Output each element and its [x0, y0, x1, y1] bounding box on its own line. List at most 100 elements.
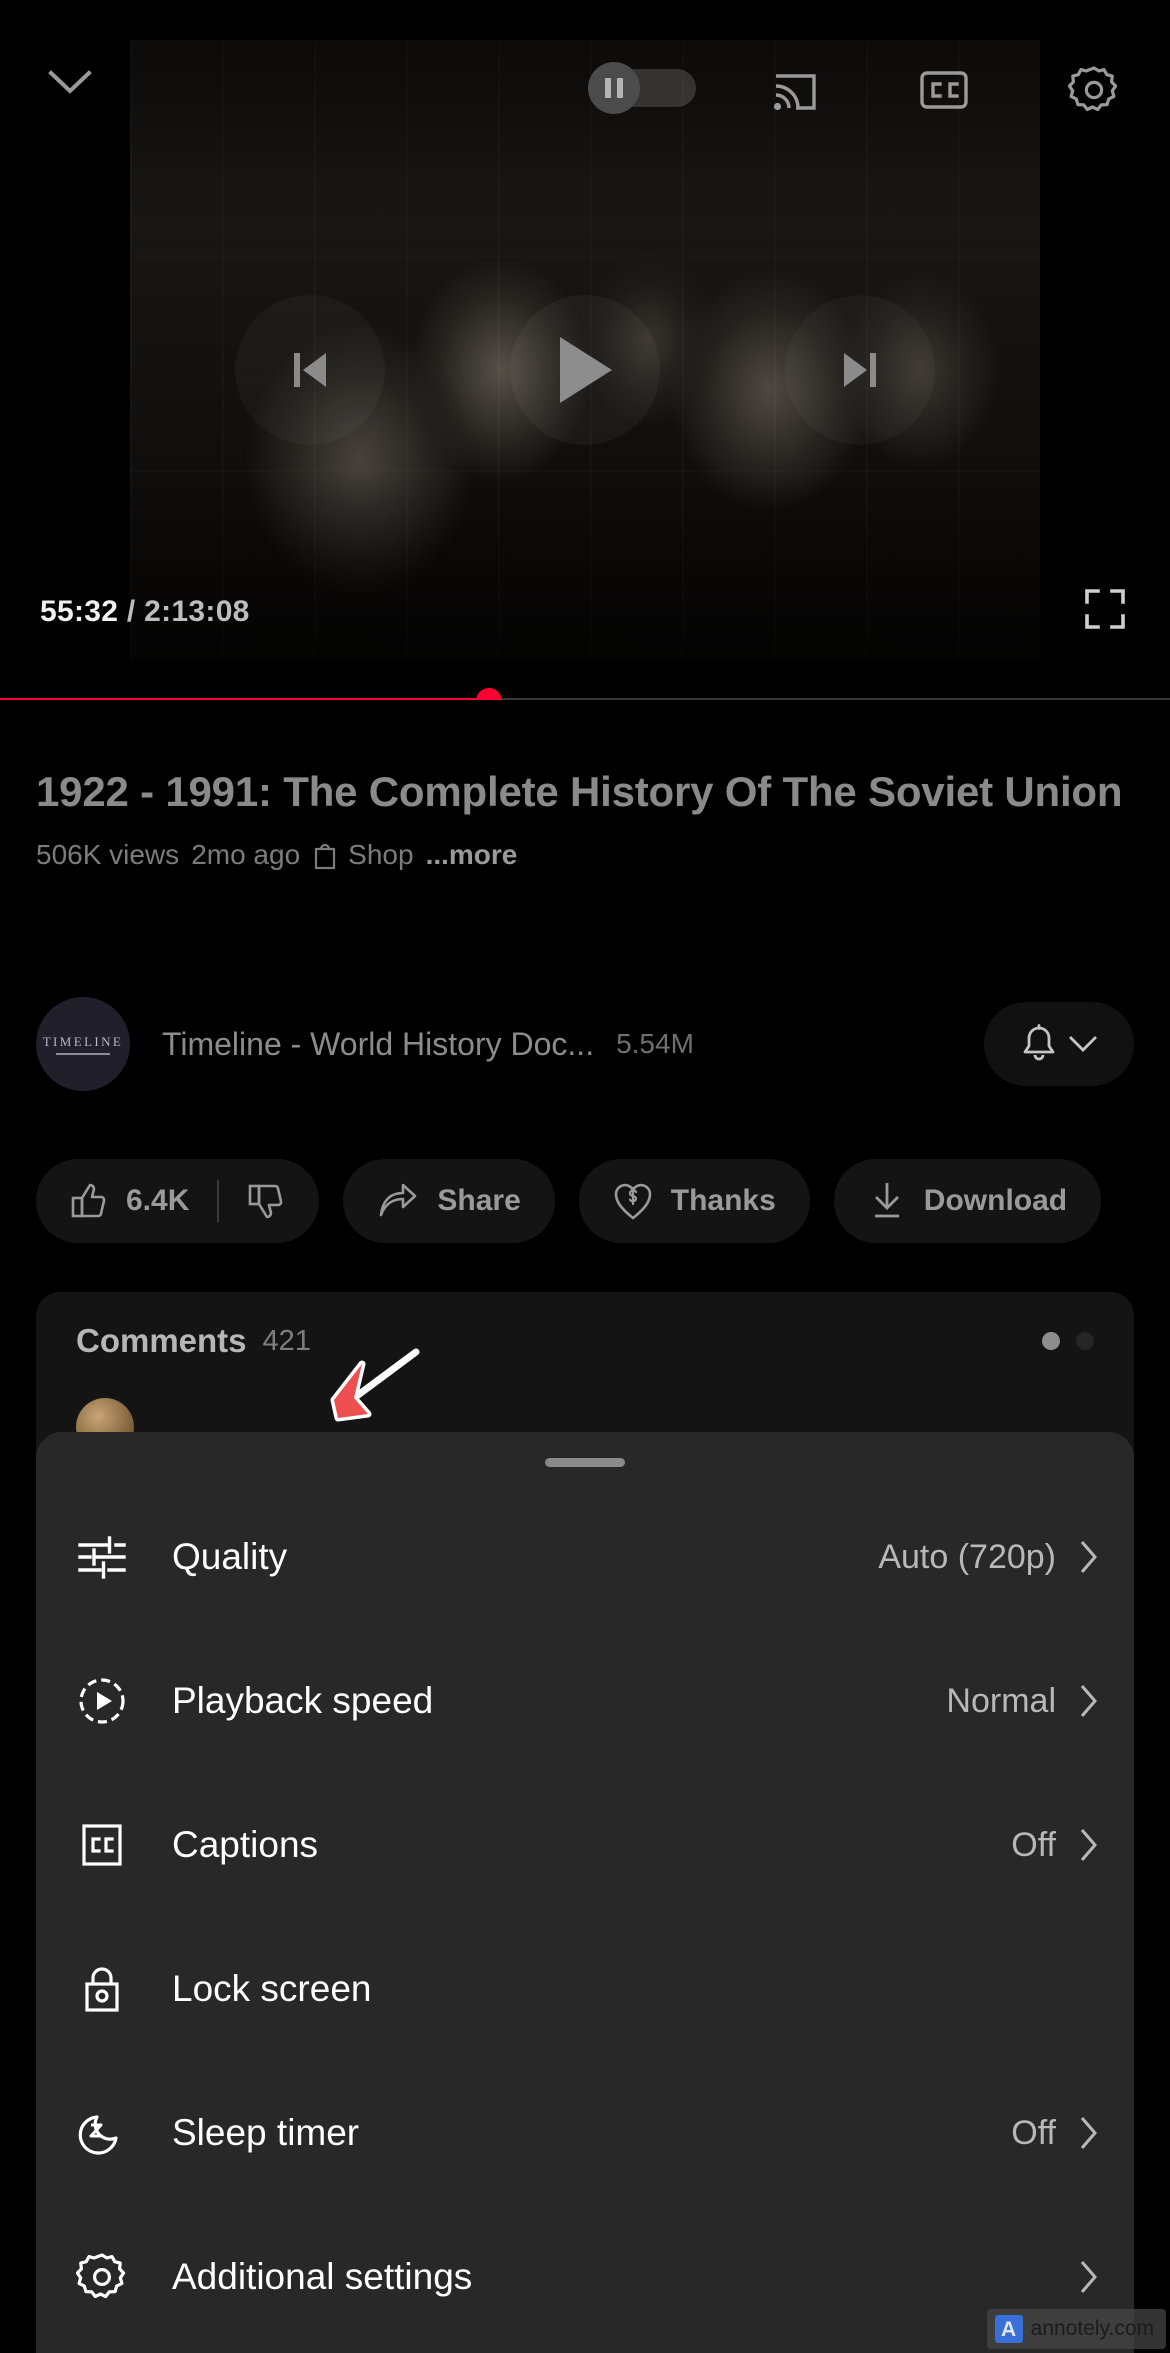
- settings-row-sleep-timer[interactable]: Sleep timer Off: [36, 2061, 1134, 2205]
- captions-toggle-button[interactable]: [912, 58, 976, 122]
- download-label: Download: [923, 1184, 1068, 1217]
- settings-row-playback-speed[interactable]: Playback speed Normal: [36, 1629, 1134, 1773]
- progress-fill: [0, 698, 490, 700]
- sleep-moon-icon: [70, 2101, 134, 2165]
- gear-icon: [70, 2245, 134, 2309]
- total-time: 2:13:08: [144, 595, 250, 628]
- skip-next-icon: [844, 353, 876, 387]
- pause-bar-right: [617, 78, 623, 98]
- like-count: 6.4K: [126, 1184, 190, 1217]
- share-button[interactable]: Share: [343, 1159, 555, 1243]
- annotely-logo-icon: A: [994, 2315, 1023, 2343]
- lock-icon: [70, 1957, 134, 2021]
- subscriber-count: 5.54M: [616, 1028, 694, 1059]
- youtube-video-player-screen: 55:32 / 2:13:08 1922 - 1991: The Complet…: [0, 0, 1170, 2353]
- tune-sliders-icon: [70, 1525, 134, 1589]
- channel-name[interactable]: Timeline - World History Doc...: [162, 1026, 594, 1063]
- video-time-display: 55:32 / 2:13:08: [40, 595, 250, 629]
- sheet-drag-handle[interactable]: [545, 1458, 625, 1467]
- settings-row-label: Lock screen: [172, 1968, 372, 2009]
- share-icon: [380, 1183, 417, 1217]
- bell-icon: [1023, 1024, 1055, 1061]
- chevron-right-icon: [1078, 1539, 1100, 1575]
- chevron-right-icon: [1078, 1827, 1100, 1863]
- settings-row-label: Captions: [172, 1824, 319, 1865]
- previous-video-button[interactable]: [235, 295, 385, 445]
- settings-row-additional-settings[interactable]: Additional settings: [36, 2205, 1134, 2349]
- settings-row-value: Auto (720p): [878, 1537, 1056, 1576]
- thumbs-down-icon[interactable]: [247, 1181, 285, 1221]
- next-video-button[interactable]: [785, 295, 935, 445]
- chevron-down-icon: [1069, 1036, 1097, 1052]
- download-icon: [874, 1183, 899, 1218]
- publish-date: 2mo ago: [191, 839, 301, 870]
- settings-row-value: Off: [1011, 1825, 1056, 1864]
- autoplay-toggle-knob-pause-icon: [588, 62, 640, 114]
- player-settings-bottom-sheet: Quality Auto (720p) Playback speed Norma…: [36, 1432, 1134, 2353]
- avatar-label: TIMELINE: [42, 1033, 124, 1049]
- shopping-bag-icon: [315, 843, 336, 870]
- video-metadata: 1922 - 1991: The Complete History Of The…: [0, 740, 1170, 871]
- avatar[interactable]: TIMELINE: [36, 997, 130, 1091]
- annotely-watermark: A annotely.com: [986, 2309, 1166, 2349]
- comments-count: 421: [262, 1324, 311, 1357]
- settings-row-value: Off: [1011, 2113, 1056, 2152]
- pagination-dot-inactive[interactable]: [1076, 1332, 1094, 1350]
- settings-list: Quality Auto (720p) Playback speed Norma…: [36, 1485, 1134, 2349]
- play-icon: [560, 337, 612, 403]
- settings-row-lock-screen[interactable]: Lock screen: [36, 1917, 1134, 2061]
- chevron-down-icon: [48, 70, 92, 94]
- settings-row-captions[interactable]: Captions Off: [36, 1773, 1134, 1917]
- chevron-right-icon: [1078, 2259, 1100, 2295]
- video-player[interactable]: 55:32 / 2:13:08: [0, 0, 1170, 700]
- pause-bar-left: [605, 78, 611, 98]
- heart-dollar-icon: [614, 1183, 652, 1220]
- chevron-right-icon: [1078, 2115, 1100, 2151]
- closed-caption-icon: [70, 1813, 134, 1877]
- shop-link[interactable]: Shop: [312, 839, 414, 871]
- cast-button[interactable]: [762, 58, 826, 122]
- cast-icon: [773, 74, 816, 111]
- play-button[interactable]: [510, 295, 660, 445]
- player-top-controls: [0, 0, 1170, 150]
- channel-row[interactable]: TIMELINE Timeline - World History Doc...…: [0, 997, 1170, 1091]
- thanks-label: Thanks: [670, 1184, 776, 1217]
- skip-previous-icon: [294, 353, 326, 387]
- settings-row-label: Quality: [172, 1536, 288, 1577]
- comments-title: Comments: [76, 1322, 247, 1359]
- gear-icon: [1068, 66, 1118, 112]
- avatar-rule: [56, 1052, 110, 1055]
- playback-speed-icon: [70, 1669, 134, 1733]
- settings-row-label: Playback speed: [172, 1680, 434, 1721]
- time-separator: /: [126, 595, 136, 628]
- more-description-link[interactable]: ...more: [426, 839, 518, 871]
- settings-row-value: Normal: [946, 1681, 1056, 1720]
- share-label: Share: [437, 1184, 521, 1217]
- view-count: 506K views: [36, 839, 180, 870]
- watermark-text: annotely.com: [1030, 2317, 1154, 2340]
- video-stats-row[interactable]: 506K views 2mo ago Shop ...more: [0, 823, 1170, 871]
- thanks-button[interactable]: Thanks: [578, 1159, 810, 1243]
- fullscreen-icon: [1085, 589, 1125, 629]
- video-actions-row: 6.4K Share Thanks Download: [0, 1155, 1170, 1247]
- page-title: 1922 - 1991: The Complete History Of The…: [36, 768, 1123, 815]
- settings-row-label: Additional settings: [172, 2256, 473, 2297]
- comments-header: Comments 421: [76, 1322, 1094, 1360]
- progress-thumb[interactable]: [476, 688, 503, 700]
- chevron-right-icon: [1078, 1683, 1100, 1719]
- pagination-dot-active[interactable]: [1042, 1332, 1060, 1350]
- video-progress-bar[interactable]: [0, 688, 1170, 700]
- current-time: 55:32: [40, 595, 119, 628]
- fullscreen-button[interactable]: [1076, 580, 1134, 638]
- thumbs-up-icon: [71, 1183, 106, 1218]
- comments-pagination-dots[interactable]: [1042, 1332, 1094, 1350]
- subscribed-button[interactable]: [984, 1002, 1134, 1086]
- collapse-player-button[interactable]: [40, 52, 100, 112]
- autoplay-toggle[interactable]: [588, 62, 696, 114]
- settings-row-quality[interactable]: Quality Auto (720p): [36, 1485, 1134, 1629]
- download-button[interactable]: Download: [833, 1159, 1102, 1243]
- player-settings-button[interactable]: [1062, 58, 1126, 122]
- settings-row-label: Sleep timer: [172, 2112, 360, 2153]
- like-dislike-pill[interactable]: 6.4K: [36, 1159, 320, 1243]
- pill-divider: [217, 1180, 220, 1222]
